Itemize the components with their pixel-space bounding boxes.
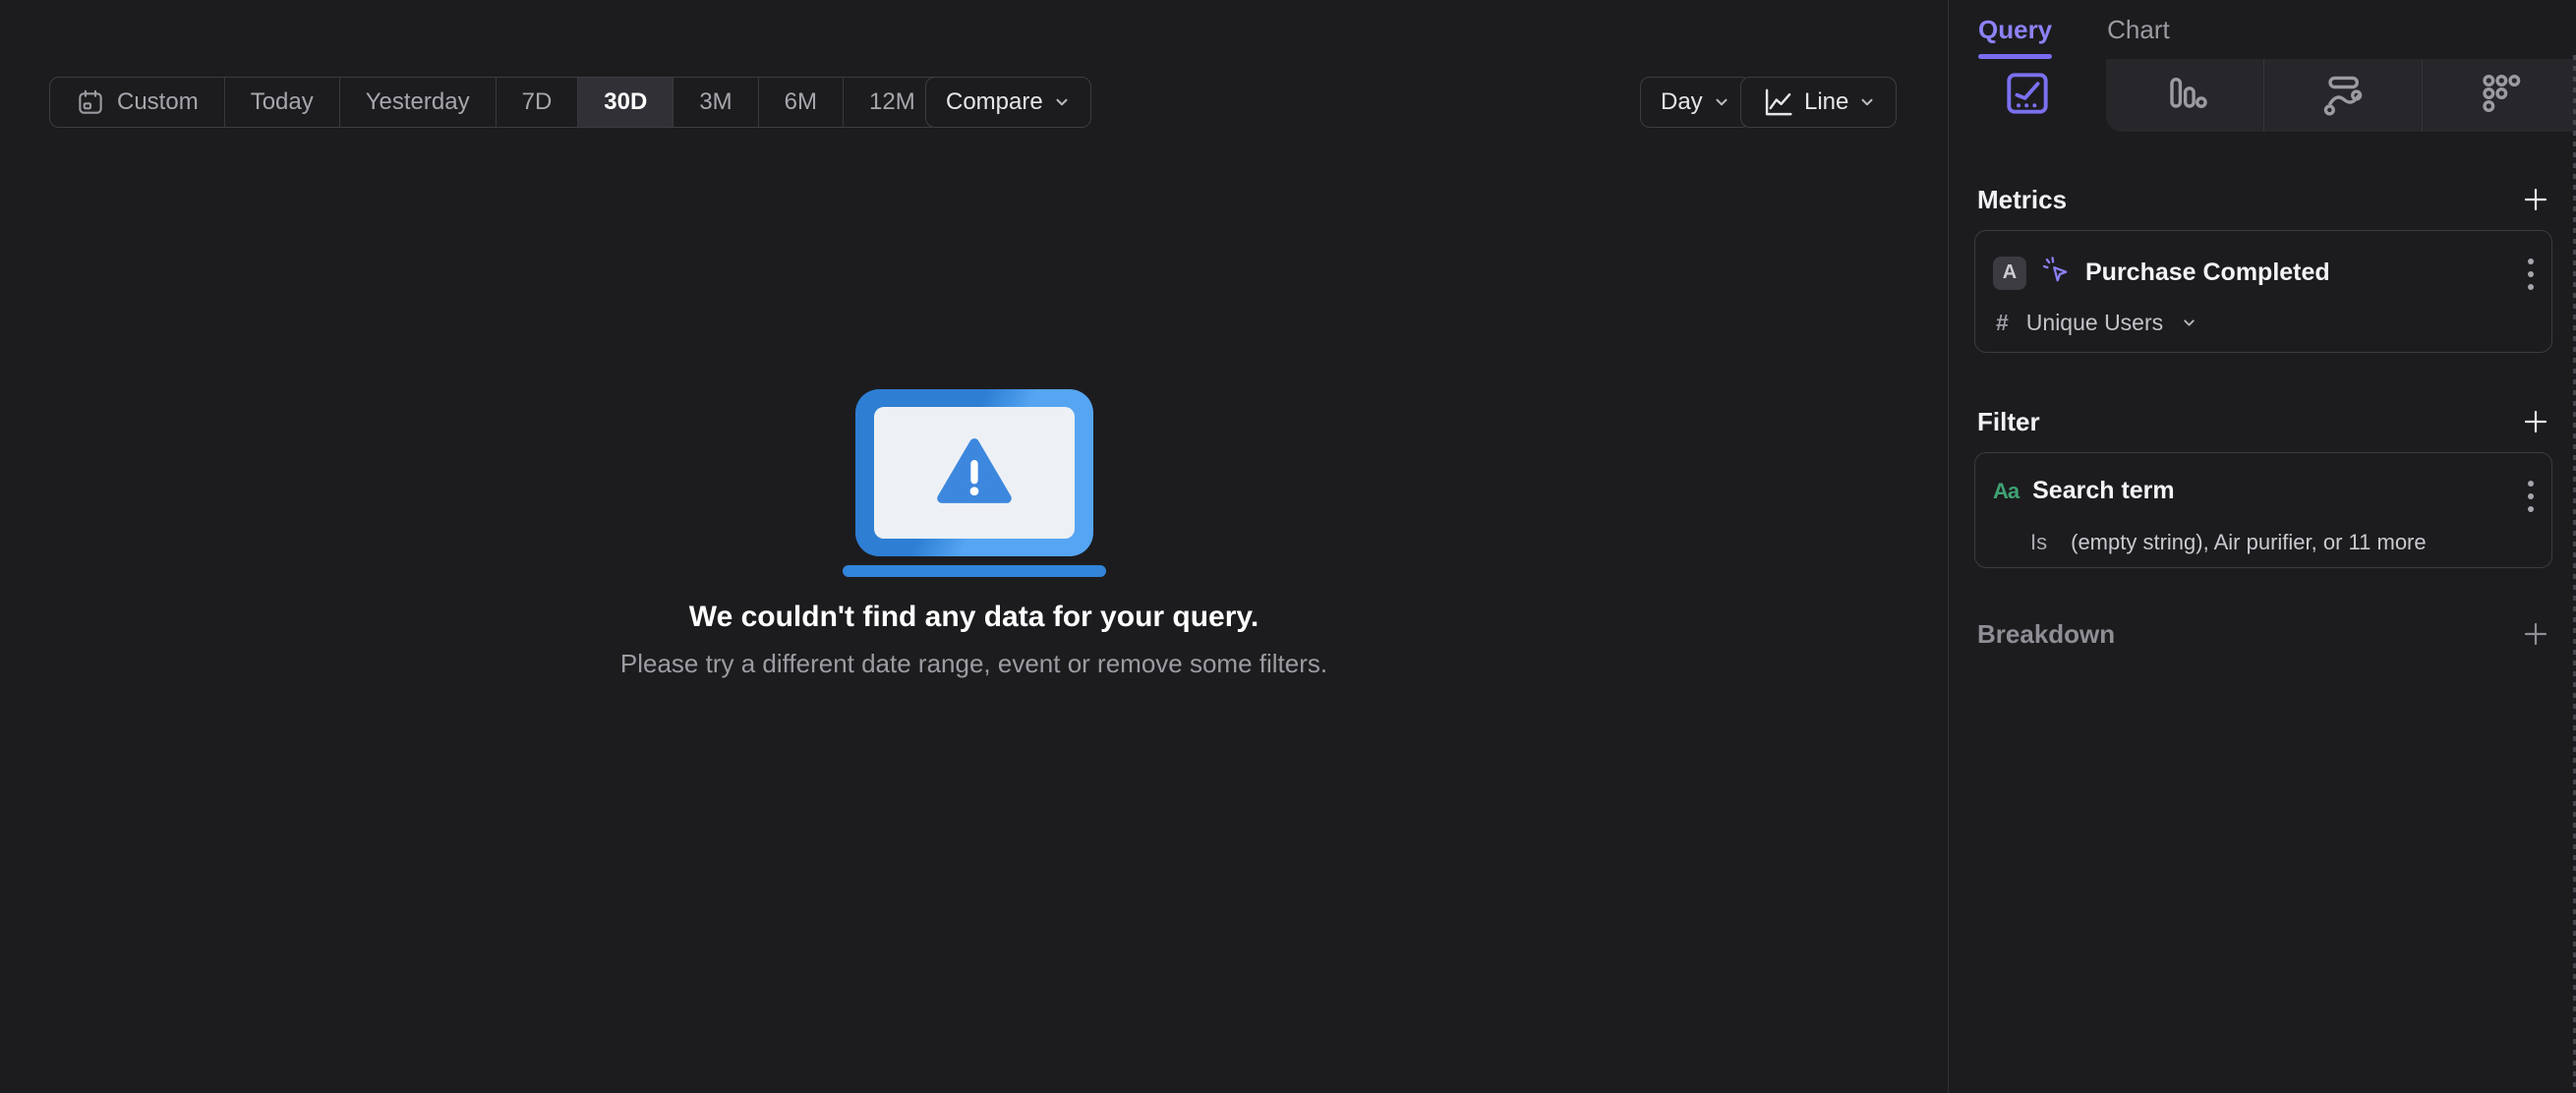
filter-property-name[interactable]: Search term xyxy=(2032,477,2175,505)
add-metric-button[interactable] xyxy=(2521,185,2550,214)
filter-condition[interactable]: Is (empty string), Air purifier, or 11 m… xyxy=(2030,530,2427,555)
metric-row: A Purchase Completed xyxy=(1993,255,2330,291)
date-range-6m[interactable]: 6M xyxy=(757,78,843,127)
report-tab-insights[interactable] xyxy=(1949,59,2106,132)
chevron-down-icon xyxy=(1053,93,1071,111)
compare-button[interactable]: Compare xyxy=(925,77,1091,128)
retention-icon xyxy=(2475,68,2526,124)
tab-chart[interactable]: Chart xyxy=(2107,0,2170,59)
metric-kebab-menu-icon[interactable] xyxy=(2528,259,2534,290)
filter-section-header: Filter xyxy=(1977,405,2550,438)
event-click-icon xyxy=(2040,255,2072,291)
warning-triangle-icon xyxy=(936,436,1013,510)
breakdown-heading: Breakdown xyxy=(1977,618,2116,649)
chevron-down-icon xyxy=(2181,315,2197,331)
calendar-icon xyxy=(76,87,105,117)
no-data-laptop-illustration xyxy=(842,389,1106,577)
metric-card[interactable]: A Purchase Completed # Unique Users xyxy=(1974,230,2552,353)
report-type-strip xyxy=(1949,59,2576,132)
chevron-down-icon xyxy=(1858,93,1876,111)
report-tab-flows[interactable] xyxy=(2263,59,2422,132)
chevron-down-icon xyxy=(1713,93,1730,111)
insights-icon xyxy=(2002,68,2053,124)
metrics-heading: Metrics xyxy=(1977,184,2068,214)
filter-row: Aa Search term xyxy=(1993,477,2175,505)
add-breakdown-button[interactable] xyxy=(2521,619,2550,649)
granularity-dropdown[interactable]: Day xyxy=(1640,77,1751,128)
chart-type-dropdown[interactable]: Line xyxy=(1740,77,1898,128)
date-range-7d[interactable]: 7D xyxy=(495,78,578,127)
string-property-icon: Aa xyxy=(1993,478,2020,503)
breakdown-section-header: Breakdown xyxy=(1977,617,2550,651)
report-tab-funnels[interactable] xyxy=(2106,59,2263,132)
report-tab-retention[interactable] xyxy=(2422,59,2576,132)
laptop-frame xyxy=(854,389,1093,556)
laptop-base xyxy=(842,565,1106,577)
date-range-3m[interactable]: 3M xyxy=(673,78,757,127)
funnels-icon xyxy=(2159,68,2210,124)
sidebar-tab-bar: Query Chart xyxy=(1949,0,2576,59)
empty-state: We couldn't find any data for your query… xyxy=(0,389,1948,679)
laptop-screen xyxy=(873,407,1075,539)
empty-state-subtitle: Please try a different date range, event… xyxy=(619,649,1328,678)
metrics-section-header: Metrics xyxy=(1977,183,2550,216)
metric-event-name[interactable]: Purchase Completed xyxy=(2085,259,2330,287)
hash-symbol: # xyxy=(1996,310,2009,335)
add-filter-button[interactable] xyxy=(2521,407,2550,436)
analytics-app-window: Custom Today Yesterday 7D 30D 3M 6M 12M … xyxy=(0,0,2576,1093)
date-range-label: Custom xyxy=(117,88,199,115)
filter-values[interactable]: (empty string), Air purifier, or 11 more xyxy=(2071,530,2427,555)
aggregation-label: Unique Users xyxy=(2025,310,2164,335)
date-range-control: Custom Today Yesterday 7D 30D 3M 6M 12M … xyxy=(49,77,1071,128)
filter-heading: Filter xyxy=(1977,406,2040,436)
empty-state-title: We couldn't find any data for your query… xyxy=(688,601,1259,633)
tab-query[interactable]: Query xyxy=(1978,0,2053,59)
date-range-today[interactable]: Today xyxy=(223,78,339,127)
metric-aggregation-dropdown[interactable]: # Unique Users xyxy=(1996,310,2197,336)
query-builder-sidebar: Query Chart Metrics A Purchase Completed… xyxy=(1948,0,2576,1093)
date-range-30d-selected[interactable]: 30D xyxy=(577,78,673,127)
metric-letter-badge: A xyxy=(1993,256,2026,290)
line-chart-icon xyxy=(1761,86,1794,119)
filter-card[interactable]: Aa Search term Is (empty string), Air pu… xyxy=(1974,452,2552,568)
date-range-custom[interactable]: Custom xyxy=(50,78,224,127)
filter-kebab-menu-icon[interactable] xyxy=(2528,481,2534,512)
filter-operator[interactable]: Is xyxy=(2030,530,2047,555)
flows-icon xyxy=(2317,68,2369,124)
date-range-yesterday[interactable]: Yesterday xyxy=(338,78,496,127)
